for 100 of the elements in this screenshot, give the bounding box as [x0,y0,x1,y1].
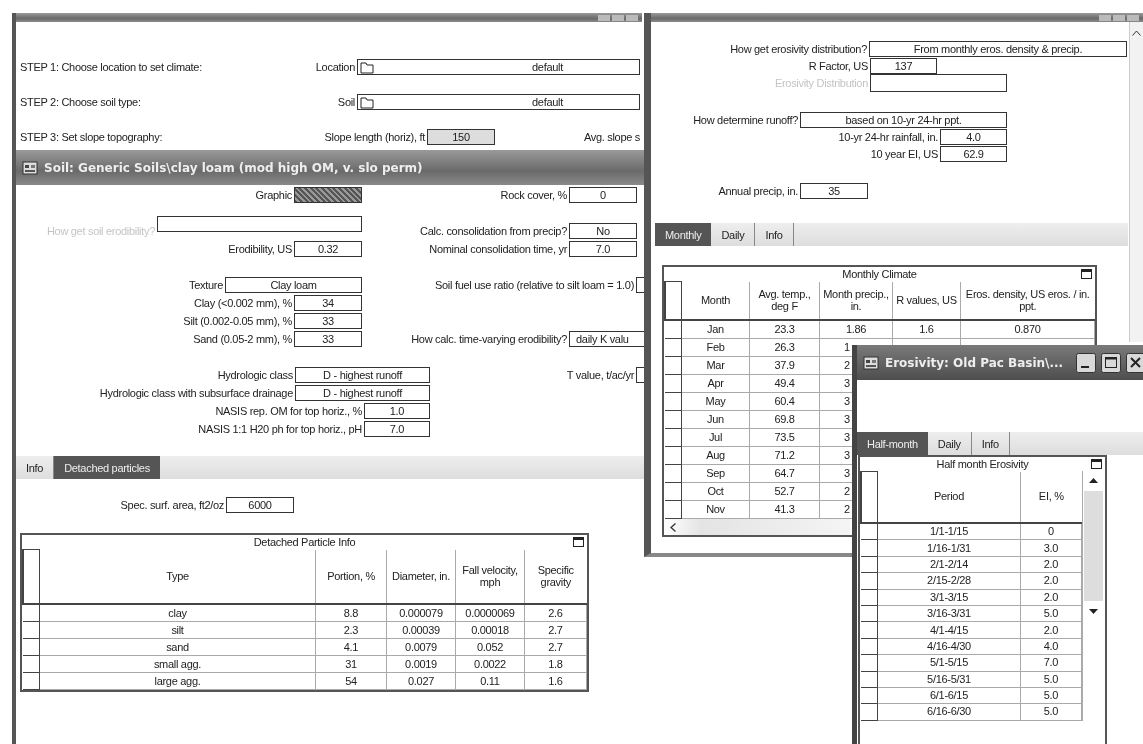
table-cell: 0.11 [455,672,525,690]
table-cell: Apr [681,374,750,393]
row-selector[interactable] [23,655,40,673]
field-label: Soil [337,96,356,108]
column-header: Period [877,471,1021,523]
field-label: 10 year EI, US [870,147,939,160]
field-label: Spec. surf. area, ft2/oz [120,499,225,511]
column-header: Diameter, in. [386,549,456,604]
row-selector[interactable] [861,556,878,573]
row-selector[interactable] [861,605,878,622]
field-label: T value, t/ac/yr [566,369,636,381]
row-selector[interactable] [861,687,878,704]
table-cell: 2.3 [315,621,387,639]
row-selector[interactable] [665,500,682,519]
maximize-icon[interactable] [1101,352,1121,373]
row-selector[interactable] [861,589,878,606]
row-selector[interactable] [861,572,878,590]
table-cell: 0.0022 [455,655,525,673]
close-icon[interactable] [1126,352,1143,373]
dropdown-field[interactable]: Clay loam [225,277,362,293]
dropdown-field[interactable]: D - highest runoff [295,385,430,401]
input-field[interactable]: 4.0 [940,128,1007,145]
input-field[interactable] [636,277,644,293]
row-selector[interactable] [665,374,682,393]
vertical-scrollbar[interactable] [1129,22,1143,342]
maximize-icon[interactable] [1091,459,1102,469]
dropdown-field[interactable]: daily K valu [569,331,644,347]
row-selector[interactable] [23,604,40,622]
table-cell: 2.6 [524,604,587,622]
row-selector[interactable] [665,356,682,375]
row-selector[interactable] [861,654,878,671]
column-header: Fall velocity, mph [455,549,525,604]
down-arrow-icon[interactable] [1089,609,1098,615]
input-field[interactable]: 7.0 [364,421,430,437]
vertical-scrollbar[interactable] [1082,471,1104,721]
pattern-swatch[interactable] [294,187,362,203]
row-selector[interactable] [665,338,682,357]
input-field[interactable]: 6000 [226,497,294,513]
row-selector[interactable] [861,621,878,639]
field-label: Hydrologic class [217,369,294,381]
window-controls-icon[interactable] [1099,13,1139,22]
tab[interactable]: Daily [711,223,756,246]
input-field[interactable]: 137 [870,57,937,74]
field-label: Graphic [255,189,293,201]
table-cell: 0.0000069 [455,604,525,622]
row-selector[interactable] [861,638,878,655]
table-cell: 49.4 [749,374,820,393]
tab[interactable]: Monthly [655,223,712,246]
input-field[interactable]: 1.0 [364,403,430,419]
row-selector[interactable] [861,523,878,540]
folder-icon[interactable] [360,95,374,109]
folder-icon[interactable] [360,60,374,74]
minimize-icon[interactable] [1076,352,1096,373]
window-controls-icon[interactable] [598,13,638,22]
row-selector[interactable] [861,671,878,688]
row-selector[interactable] [665,446,682,465]
field-label: R Factor, US [808,59,869,72]
file-picker-field[interactable]: default [357,94,640,110]
table-cell: 4/16-4/30 [877,638,1021,655]
input-field[interactable]: No [569,223,637,239]
row-selector[interactable] [665,320,682,339]
field-label: Texture [189,279,224,291]
input-field[interactable]: 33 [294,313,362,329]
row-selector[interactable] [23,638,40,656]
input-field[interactable]: 7.0 [569,241,637,257]
tab[interactable]: Half-month [857,432,928,455]
input-field[interactable]: 33 [294,331,362,347]
row-selector[interactable] [665,482,682,501]
row-selector[interactable] [23,672,40,690]
row-selector[interactable] [665,464,682,483]
row-selector[interactable] [861,539,878,557]
table-cell: 0 [1020,523,1082,540]
input-field[interactable]: 0.32 [294,241,362,257]
tab[interactable]: Info [755,223,794,246]
row-selector[interactable] [665,410,682,429]
dropdown-field[interactable]: From monthly eros. density & precip. [869,40,1127,57]
step-label: STEP 2: Choose soil type: [20,96,142,108]
input-field[interactable]: 0 [569,187,637,203]
input-field[interactable]: 62.9 [940,145,1007,162]
input-field[interactable]: 34 [294,295,362,311]
app-icon [863,355,879,370]
row-selector[interactable] [665,428,682,447]
row-selector[interactable] [23,621,40,639]
table-cell: 71.2 [749,446,820,465]
table-cell: Feb [681,338,750,357]
row-selector[interactable] [861,703,878,721]
maximize-icon[interactable] [573,537,584,547]
dropdown-field[interactable]: D - highest runoff [295,367,430,383]
up-arrow-icon[interactable] [1089,477,1098,483]
table-cell: 37.9 [749,356,820,375]
row-selector[interactable] [665,392,682,411]
input-field[interactable] [636,367,644,383]
column-header: Eros. density, US eros. / in. ppt. [960,281,1095,320]
maximize-icon[interactable] [1081,269,1092,279]
dropdown-field[interactable]: based on 10-yr 24-hr ppt. [800,111,1007,128]
input-field[interactable]: 150 [427,129,495,145]
input-field[interactable]: 35 [800,182,868,199]
table-cell: Jul [681,428,750,447]
file-picker-field[interactable]: default [357,59,640,75]
tab[interactable]: Detached particles [54,456,160,479]
